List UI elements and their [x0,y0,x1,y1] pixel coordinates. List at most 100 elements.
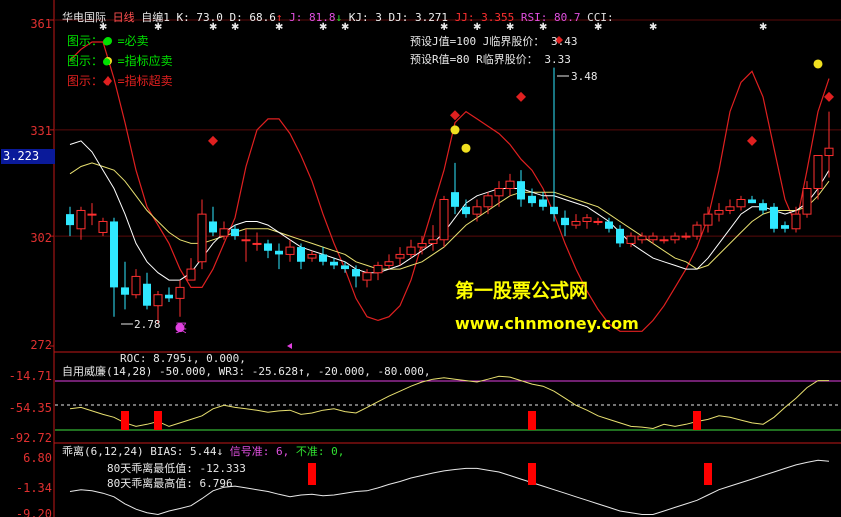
price-tick-302: 302 [30,231,52,245]
candle-body-up [505,180,515,189]
high-price-annotation: 3.48 [571,70,598,83]
candle-body-up [417,242,427,248]
candle-body-up [824,147,834,157]
candle-body-down [297,247,305,262]
k-value: K: 73.0 [176,11,223,24]
williams-title[interactable]: 自用威廉(14,28) [62,365,152,378]
candle-body-up [362,272,372,281]
williams-values: -50.000, WR3: -25.628↑, -20.000, -80.000… [158,365,431,378]
candle-body-up [384,261,394,266]
candle-body-up [637,235,647,241]
candle-body-down [110,221,118,288]
legend-should-sell: 图示：● =指标应卖 [67,54,173,68]
wr-tick-top: -14.71 [8,369,52,383]
wr-signal-bar [528,411,536,430]
preset-j-line: 预设J值=100 J临界股价： 3.43 [410,35,578,48]
candle-body-up [571,220,581,226]
jj-value: JJ: 3.355 [454,11,515,24]
should-sell-dot [813,59,823,69]
candle-body-up [494,187,504,197]
bias-high-text: 80天乖离最高值: 6.796 [107,477,233,490]
candle-body-up [593,220,603,223]
bias-tick-bottom: -9.20 [15,507,52,517]
period-label[interactable]: 日线 [113,11,135,24]
candle-body-down [275,250,283,255]
preset-r-line: 预设R值=80 R临界股价： 3.33 [410,53,571,66]
bias-tick-top: 6.80 [23,451,52,465]
bias-signal-bar [704,463,712,485]
oversell-diamond [208,135,218,146]
candle-body-up [197,213,207,263]
bias-low-text: 80天乖离最低值: -12.333 [107,462,246,475]
candle-body-up [472,206,482,215]
bias-tick-mid: -1.34 [15,481,52,495]
price-tick-361: 361 [30,17,52,31]
candle-body-up [791,213,801,230]
candle-body-up [373,264,383,274]
candle-body-up [153,294,163,307]
candle-body-up [307,253,317,259]
candle-body-up [736,198,746,208]
top-signal-star: ✱ [649,22,657,33]
candle-body-down [517,181,525,200]
candle-body-up [681,235,691,238]
ma-yellow-line [69,162,830,270]
cci-value: CCI: [587,11,614,24]
candle-body-down [550,206,558,215]
candle-body-up [252,242,262,245]
stock-chart-window: ✱ ✱ ✱ ✱ ✱ ✱ ✱ ✱ ✱ ✱ ✱ ✱ ✱ ✱ 华电国际 日线 自编1 K: 73.0 D: 68… [0,0,841,517]
bias-signal-bar [528,463,536,485]
candle-body-up [428,239,438,244]
price-tick-272: 272 [30,338,52,352]
candle-body-up [285,246,295,255]
candle-body-up [670,235,680,241]
candle-body-up [703,213,713,226]
candle-body-down [539,199,547,207]
candle-body-down [352,269,360,277]
candle-body-down [781,225,789,229]
candle-body-down [616,228,624,244]
bias-signal: 信号准: 6, [229,445,290,458]
candle-body-up [98,220,108,233]
candle-body-down [231,228,239,237]
candle-body-down [561,217,569,226]
williams-line [69,375,829,430]
kj-value: KJ: 3 [348,11,382,24]
should-sell-dot [461,143,471,153]
top-signal-star: ✱ [759,22,767,33]
candle-body-down [462,206,470,215]
wr-tick-bottom: -92.72 [8,431,52,445]
candle-body-up [802,187,812,215]
bias-signal-bar [308,463,316,485]
watermark-url: www.chnmoney.com [455,314,639,333]
candle-body-down [770,206,778,229]
candle-body-down [528,195,536,204]
candle-body-up [813,155,823,189]
oversell-diamond [824,91,834,102]
candle-body-down [341,265,349,270]
bias-invalid: 不准: 0, [295,445,345,458]
candle-body-up [241,239,251,242]
bias-title[interactable]: 乖离(6,12,24) [62,445,144,458]
candle-body-down [165,294,173,299]
wr-signal-bar [154,411,162,430]
candle-body-up [648,235,658,241]
candle-body-down [66,214,74,226]
buy-signal-label: 买 [175,321,188,335]
candle-body-down [121,287,129,295]
candle-body-up [175,286,185,299]
candle-body-down [319,254,327,262]
candle-body-down [143,283,151,306]
price-tick-331: 331 [30,124,52,138]
candle-body-down [264,243,272,251]
legend-must-sell: 图示：● =必卖 [67,34,149,48]
should-sell-dot [450,125,460,135]
candle-body-down [209,221,217,233]
candle-body-up [714,209,724,215]
d-arrow: ↑ [275,11,283,24]
stock-name[interactable]: 华电国际 [62,11,106,24]
candle-body-up [659,239,669,242]
wr-tick-mid: -54.35 [8,401,52,415]
candle-body-down [748,199,756,204]
roc-readout: ROC: 8.795↓, 0.000, [120,352,246,365]
